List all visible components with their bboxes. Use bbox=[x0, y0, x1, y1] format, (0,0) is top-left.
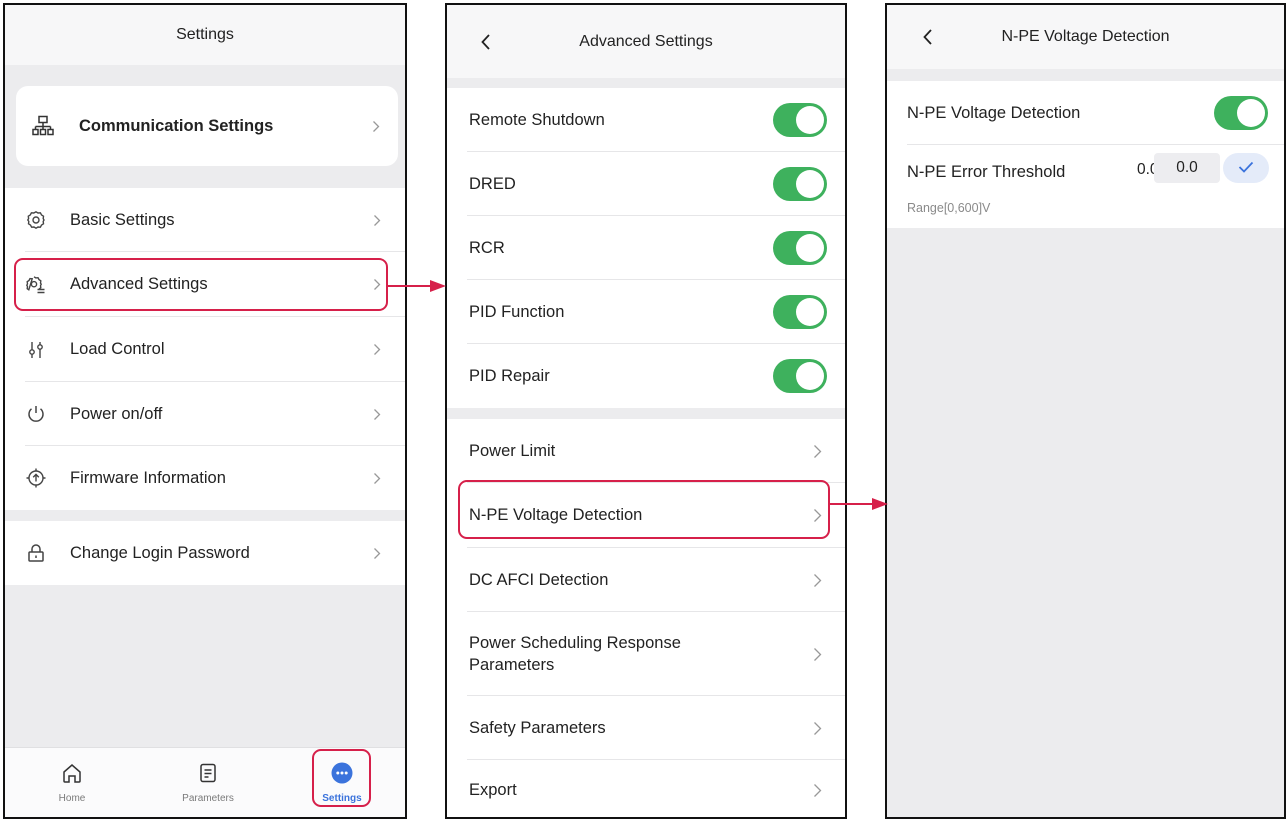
link-export[interactable]: Export bbox=[447, 760, 845, 817]
menu-item-label: Power on/off bbox=[70, 404, 163, 423]
back-chevron-icon[interactable] bbox=[475, 31, 497, 53]
settings-navbar: Settings bbox=[5, 5, 405, 65]
toggle-row-pid-function: PID Function bbox=[447, 280, 845, 344]
npe-detection-toggle[interactable] bbox=[1214, 96, 1268, 130]
toggle-label: N-PE Voltage Detection bbox=[907, 103, 1081, 122]
remote-shutdown-toggle[interactable] bbox=[773, 103, 827, 137]
back-chevron-icon[interactable] bbox=[917, 26, 939, 48]
page-title: Settings bbox=[176, 26, 234, 43]
chevron-right-icon bbox=[371, 277, 383, 293]
toggle-knob bbox=[796, 298, 824, 326]
link-label: Power Scheduling Response Parameters bbox=[469, 634, 681, 674]
chevron-right-icon bbox=[811, 783, 823, 799]
toggle-knob bbox=[796, 106, 824, 134]
more-dots-icon bbox=[331, 762, 353, 787]
link-safety-parameters[interactable]: Safety Parameters bbox=[447, 696, 845, 760]
toggle-label: Remote Shutdown bbox=[469, 110, 605, 129]
settings-screen: Settings Communication Settings Basic Se… bbox=[3, 3, 407, 819]
sliders-icon bbox=[25, 339, 47, 361]
page-title: N-PE Voltage Detection bbox=[1001, 28, 1170, 45]
tab-label: Parameters bbox=[182, 793, 234, 804]
link-npe-voltage-detection[interactable]: N-PE Voltage Detection bbox=[447, 483, 845, 548]
link-label: N-PE Voltage Detection bbox=[469, 506, 643, 524]
pid-function-toggle[interactable] bbox=[773, 295, 827, 329]
gear-icon bbox=[25, 209, 47, 231]
dred-toggle[interactable] bbox=[773, 167, 827, 201]
link-power-scheduling-response-parameters[interactable]: Power Scheduling Response Parameters bbox=[447, 612, 845, 696]
chevron-right-icon bbox=[371, 470, 383, 486]
threshold-label: N-PE Error Threshold bbox=[907, 163, 1066, 181]
chevron-right-icon bbox=[370, 118, 382, 134]
menu-item-basic-settings[interactable]: Basic Settings bbox=[5, 188, 405, 252]
tab-settings[interactable]: Settings bbox=[307, 748, 377, 817]
npe-detection-toggle-row: N-PE Voltage Detection bbox=[887, 81, 1284, 145]
link-label: Power Limit bbox=[469, 441, 556, 460]
link-dc-afci-detection[interactable]: DC AFCI Detection bbox=[447, 548, 845, 612]
firmware-upload-icon bbox=[25, 467, 47, 489]
menu-item-label: Basic Settings bbox=[70, 210, 175, 229]
chevron-right-icon bbox=[811, 646, 823, 662]
checkmark-icon bbox=[1238, 159, 1254, 178]
communication-settings-label: Communication Settings bbox=[79, 116, 274, 135]
threshold-range-hint: Range[0,600]V bbox=[907, 201, 991, 215]
toggle-knob bbox=[796, 234, 824, 262]
advanced-settings-screen: Advanced Settings Remote Shutdown DRED R… bbox=[445, 3, 847, 819]
tab-label: Settings bbox=[322, 793, 362, 804]
arrow-to-advanced-settings bbox=[388, 280, 446, 292]
menu-item-advanced-settings[interactable]: Advanced Settings bbox=[5, 252, 405, 317]
toggle-label: PID Repair bbox=[469, 366, 550, 385]
tab-label: Home bbox=[58, 793, 86, 804]
pid-repair-toggle[interactable] bbox=[773, 359, 827, 393]
link-power-limit[interactable]: Power Limit bbox=[447, 419, 845, 483]
menu-item-firmware-information[interactable]: Firmware Information bbox=[5, 446, 405, 510]
toggle-label: RCR bbox=[469, 238, 505, 257]
chevron-right-icon bbox=[811, 443, 823, 459]
lock-icon bbox=[25, 542, 47, 564]
menu-item-load-control[interactable]: Load Control bbox=[5, 317, 405, 382]
menu-item-label: Firmware Information bbox=[70, 468, 226, 487]
toggle-row-dred: DRED bbox=[447, 152, 845, 216]
menu-item-label: Load Control bbox=[70, 340, 165, 358]
advanced-settings-navbar: Advanced Settings bbox=[447, 5, 845, 78]
chevron-right-icon bbox=[811, 720, 823, 736]
toggle-row-rcr: RCR bbox=[447, 216, 845, 280]
chevron-right-icon bbox=[371, 342, 383, 358]
tab-parameters[interactable]: Parameters bbox=[168, 748, 248, 817]
page-title: Advanced Settings bbox=[579, 32, 713, 50]
toggle-knob bbox=[796, 362, 824, 390]
tab-home[interactable]: Home bbox=[37, 748, 107, 817]
toggle-knob bbox=[1237, 99, 1265, 127]
document-icon bbox=[197, 762, 219, 787]
toggle-knob bbox=[796, 170, 824, 198]
toggle-row-remote-shutdown: Remote Shutdown bbox=[447, 88, 845, 152]
threshold-input[interactable]: 0.0 bbox=[1154, 153, 1220, 183]
arrow-to-npe-detection bbox=[830, 498, 888, 510]
link-label: DC AFCI Detection bbox=[469, 570, 609, 589]
menu-item-label: Change Login Password bbox=[70, 543, 250, 562]
toggle-label: DRED bbox=[469, 174, 516, 193]
menu-item-power-onoff[interactable]: Power on/off bbox=[5, 382, 405, 446]
menu-item-label: Advanced Settings bbox=[70, 275, 208, 293]
tab-bar: Home Parameters Settings bbox=[5, 747, 405, 817]
link-label: Safety Parameters bbox=[469, 718, 606, 737]
npe-voltage-detection-screen: N-PE Voltage Detection N-PE Voltage Dete… bbox=[885, 3, 1286, 819]
npe-navbar: N-PE Voltage Detection bbox=[887, 5, 1284, 69]
chevron-right-icon bbox=[371, 406, 383, 422]
link-label: Export bbox=[469, 781, 517, 799]
npe-error-threshold-row: N-PE Error Threshold 0.0 0.0 Range[0,600… bbox=[887, 145, 1284, 228]
menu-item-change-login-password[interactable]: Change Login Password bbox=[5, 521, 405, 585]
home-icon bbox=[61, 762, 83, 787]
chevron-right-icon bbox=[371, 212, 383, 228]
chevron-right-icon bbox=[371, 545, 383, 561]
toggle-label: PID Function bbox=[469, 302, 565, 321]
advanced-gear-icon bbox=[25, 274, 47, 296]
chevron-right-icon bbox=[811, 572, 823, 588]
chevron-right-icon bbox=[811, 508, 823, 524]
network-icon bbox=[31, 114, 55, 138]
toggle-row-pid-repair: PID Repair bbox=[447, 344, 845, 408]
threshold-confirm-button[interactable] bbox=[1223, 153, 1269, 183]
communication-settings-card[interactable]: Communication Settings bbox=[16, 86, 398, 166]
power-icon bbox=[25, 403, 47, 425]
rcr-toggle[interactable] bbox=[773, 231, 827, 265]
